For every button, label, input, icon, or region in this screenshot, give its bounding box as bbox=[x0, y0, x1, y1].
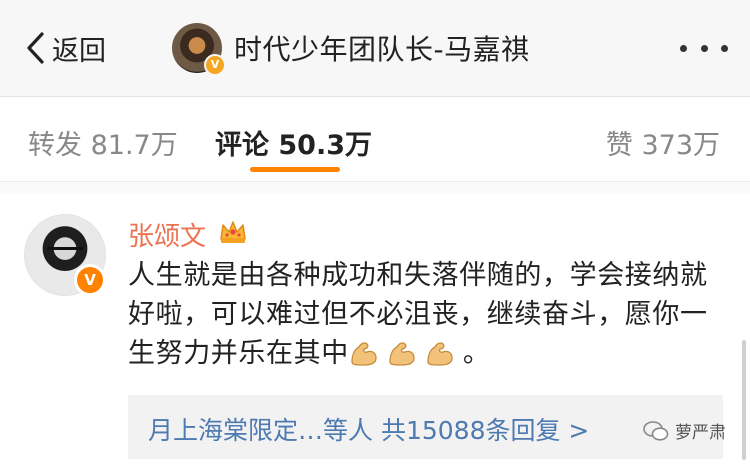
more-dot-icon bbox=[680, 44, 687, 52]
crown-icon bbox=[220, 221, 246, 243]
nav-user[interactable]: V 时代少年团队长-马嘉祺 bbox=[172, 22, 530, 76]
watermark: 萝严肃 bbox=[643, 418, 726, 443]
replies-summary-button[interactable]: 月上海棠限定…等人 共15088条回复 > bbox=[128, 395, 723, 459]
scrollbar[interactable] bbox=[742, 340, 746, 460]
comment-text: 人生就是由各种成功和失落伴随的，学会接纳就好啦，可以难过但不必沮丧，继续奋斗，愿… bbox=[128, 256, 723, 373]
back-label: 返回 bbox=[52, 35, 106, 67]
verified-badge: V bbox=[74, 264, 106, 296]
page-title: 时代少年团队长-马嘉祺 bbox=[234, 33, 530, 66]
avatar-glasses bbox=[47, 247, 83, 258]
avatar[interactable]: V bbox=[172, 23, 226, 76]
verified-badge: V bbox=[204, 54, 226, 76]
replies-summary-text: 月上海棠限定…等人 共15088条回复 > bbox=[148, 416, 590, 445]
interaction-tabs: 转发 81.7万 评论 50.3万 赞 373万 bbox=[0, 97, 750, 182]
divider bbox=[0, 182, 750, 194]
top-nav-bar: 返回 V 时代少年团队长-马嘉祺 bbox=[0, 0, 750, 97]
active-tab-indicator bbox=[250, 167, 340, 172]
comment-author[interactable]: 张颂文 bbox=[128, 216, 206, 253]
wechat-icon bbox=[643, 420, 669, 441]
comment-text-end: 。 bbox=[462, 338, 491, 369]
comment-item: V 张颂文 人生就是由各种成功和失落伴随的，学会接纳就好啦，可以难过但不必沮丧，… bbox=[0, 194, 750, 467]
back-button[interactable]: 返回 bbox=[22, 28, 106, 68]
flexed-biceps-icon bbox=[351, 342, 377, 366]
tab-comment[interactable]: 评论 50.3万 bbox=[215, 123, 372, 162]
flexed-biceps-icon bbox=[389, 342, 415, 366]
chevron-left-icon bbox=[27, 32, 44, 64]
watermark-label: 萝严肃 bbox=[675, 423, 726, 443]
comment-body: 人生就是由各种成功和失落伴随的，学会接纳就好啦，可以难过但不必沮丧，继续奋斗，愿… bbox=[128, 260, 708, 369]
flexed-biceps-icon bbox=[427, 342, 453, 366]
tab-repost[interactable]: 转发 81.7万 bbox=[28, 123, 178, 162]
more-dot-icon bbox=[700, 44, 708, 52]
more-dot-icon bbox=[721, 44, 728, 52]
more-options-button[interactable] bbox=[680, 40, 728, 56]
tab-like[interactable]: 赞 373万 bbox=[606, 123, 720, 162]
